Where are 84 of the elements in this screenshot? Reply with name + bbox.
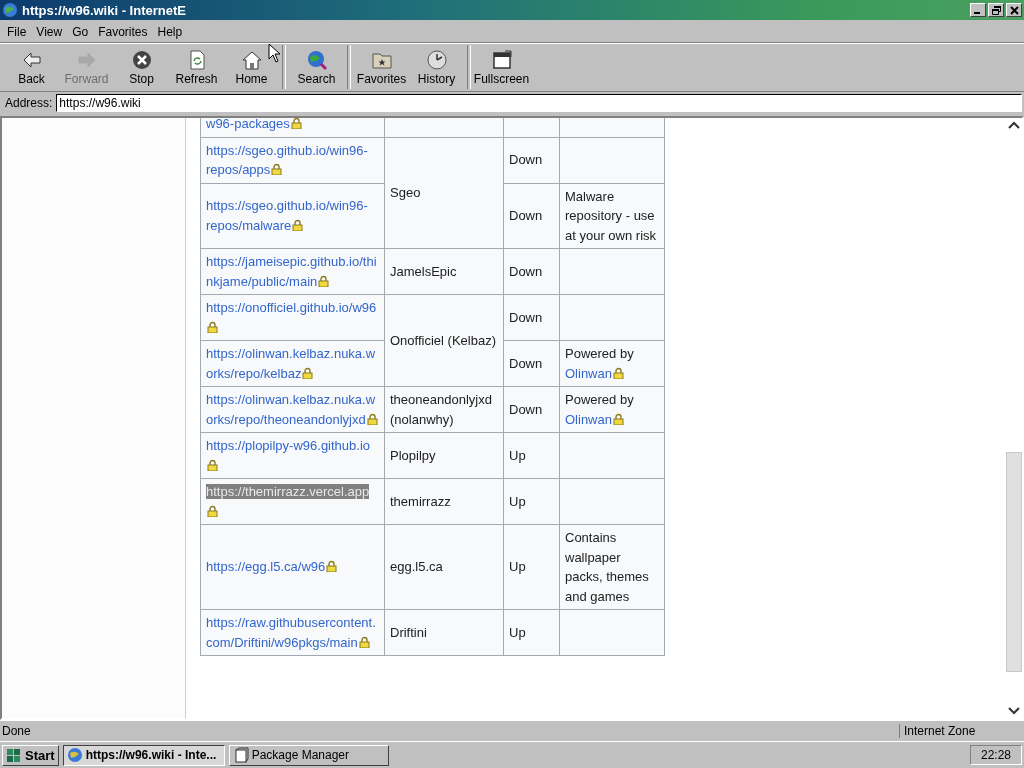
- table-cell: Down: [503, 340, 560, 387]
- repo-link[interactable]: https://onofficiel.github.io/w96: [206, 298, 379, 337]
- repo-link[interactable]: https://plopilpy-w96.github.io: [206, 436, 379, 475]
- lock-icon: [366, 412, 378, 425]
- stop-icon: [130, 48, 153, 71]
- start-button[interactable]: Start: [2, 744, 59, 766]
- lock-icon: [358, 635, 370, 648]
- repo-link[interactable]: https://olinwan.kelbaz.nuka.works/repo/kelbaz: [206, 344, 379, 383]
- lock-icon: [302, 366, 314, 379]
- menu-item[interactable]: Go: [67, 24, 94, 40]
- toolbar-button[interactable]: Favorites: [354, 45, 409, 89]
- notes-link[interactable]: Olinwan: [565, 411, 612, 427]
- taskbar-button[interactable]: Package Manager: [228, 744, 389, 766]
- table-cell: Driftini: [384, 609, 504, 656]
- table-cell: egg.l5.ca: [384, 524, 504, 610]
- notes-link[interactable]: Olinwan: [565, 365, 612, 381]
- table-cell: Down: [503, 137, 560, 183]
- table-cell: Down: [503, 294, 560, 341]
- menu-item[interactable]: View: [31, 24, 68, 40]
- toolbar-button[interactable]: Home: [224, 45, 279, 89]
- lock-icon: [290, 118, 302, 129]
- globe-icon: [66, 747, 83, 763]
- toolbar-button[interactable]: Refresh: [169, 45, 224, 89]
- lock-icon: [326, 560, 338, 573]
- notes-text: Powered by: [565, 346, 634, 361]
- table-cell: Up: [503, 478, 560, 525]
- toolbar-button[interactable]: Fullscreen: [474, 45, 529, 89]
- table-cell: Down: [503, 248, 560, 295]
- clock: 22:28: [969, 745, 1022, 765]
- lock-icon: [318, 274, 330, 287]
- table-cell: Up: [503, 609, 560, 656]
- repo-link[interactable]: https://egg.l5.ca/w96: [206, 557, 379, 577]
- address-field[interactable]: https://w96.wiki: [56, 94, 1022, 112]
- table-cell: Plopilpy: [384, 432, 504, 479]
- search-globe-icon: [305, 48, 328, 71]
- toolbar-button[interactable]: Search: [289, 45, 344, 89]
- menu-item[interactable]: Help: [152, 24, 188, 40]
- lock-icon: [207, 320, 218, 333]
- table-cell: theoneandonlyjxd (nolanwhy): [384, 386, 504, 433]
- minimize-button[interactable]: [970, 3, 986, 17]
- window-icon: [490, 48, 513, 71]
- table-cell: themirrazz: [384, 478, 504, 525]
- toolbar-button[interactable]: Back: [4, 45, 59, 89]
- menu-item[interactable]: Favorites: [93, 24, 153, 40]
- repo-link[interactable]: https://jameisepic.github.io/thinkjame/public/main: [206, 252, 379, 291]
- repo-link[interactable]: https://raw.githubusercontent.com/Driftini/w96pkgs/main: [206, 613, 379, 652]
- menu-item[interactable]: File: [2, 24, 32, 40]
- status-text: Done: [1, 724, 32, 738]
- zone-text: Internet Zone: [899, 724, 1024, 738]
- table-cell: Up: [503, 432, 560, 479]
- start-logo-icon: [6, 747, 22, 763]
- restore-button[interactable]: [988, 3, 1004, 17]
- lock-icon: [612, 412, 624, 425]
- repo-link[interactable]: https://olinwan.kelbaz.nuka.works/repo/theoneandonlyjxd: [206, 390, 379, 429]
- package-icon: [232, 747, 249, 763]
- lock-icon: [612, 366, 624, 379]
- lock-icon: [292, 218, 304, 231]
- repo-link[interactable]: https://sgeo.github.io/win96-repos/apps: [206, 140, 379, 180]
- repo-link[interactable]: w96-packages: [206, 118, 379, 134]
- toolbar-button[interactable]: History: [409, 45, 464, 89]
- table-cell: Malware repository - use at your own risk: [559, 183, 665, 249]
- globe-icon: [2, 2, 18, 18]
- taskbar-button[interactable]: https://w96.wiki - Inte...: [62, 744, 225, 766]
- table-cell: Up: [503, 524, 560, 610]
- restore-icon: [991, 5, 1001, 15]
- table-cell: JamelsEpic: [384, 248, 504, 295]
- toolbar-button[interactable]: Stop: [114, 45, 169, 89]
- lock-icon: [207, 504, 218, 517]
- notes-text: Powered by: [565, 392, 634, 407]
- table-cell: Down: [503, 183, 560, 249]
- window-title: https://w96.wiki - InternetE: [22, 2, 187, 18]
- lock-icon: [271, 163, 283, 175]
- table-cell: [503, 118, 560, 137]
- repo-link[interactable]: https://sgeo.github.io/win96-repos/malware: [206, 196, 379, 236]
- table-cell: Contains wallpaper packs, themes and games: [559, 524, 665, 610]
- lock-icon: [207, 458, 218, 471]
- close-icon: [1009, 5, 1019, 15]
- address-label: Address:: [5, 96, 53, 110]
- scroll-thumb[interactable]: [1006, 452, 1022, 672]
- table-cell: Sgeo: [384, 137, 504, 249]
- table-cell: Down: [503, 386, 560, 433]
- table-cell: Onofficiel (Kelbaz): [384, 294, 504, 387]
- close-button[interactable]: [1006, 3, 1022, 17]
- clock-icon: [425, 48, 448, 71]
